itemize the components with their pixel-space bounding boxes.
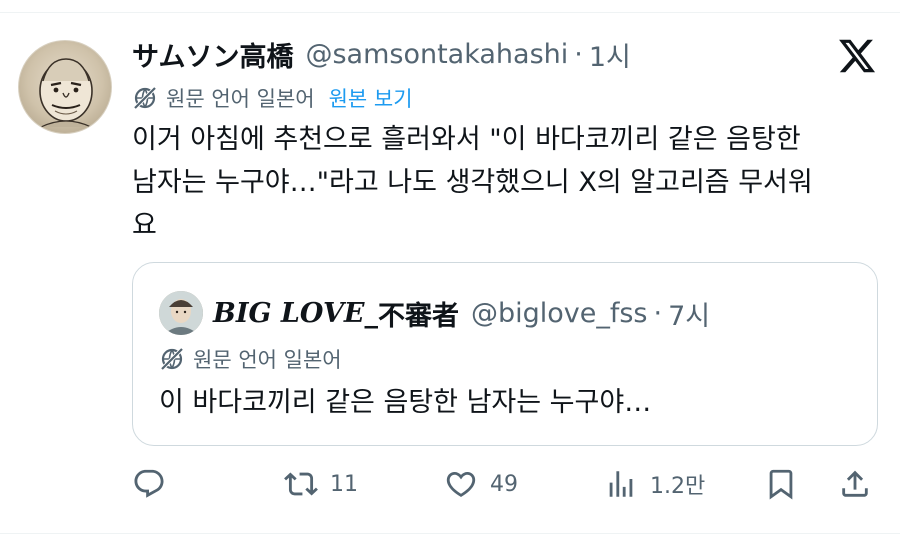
- action-bar: 11 49 1.2만: [132, 462, 878, 506]
- tweet-text: 이거 아침에 추천으로 흘러와서 "이 바다코끼리 같은 음탕한 남자는 누구야…: [132, 124, 813, 241]
- avatar-drawing: [39, 58, 93, 128]
- retweet-count: 11: [330, 471, 358, 497]
- tweet-header: サムソン高橋 @samsontakahashi · 1시: [132, 32, 631, 76]
- avatar[interactable]: [18, 40, 112, 134]
- heart-icon: [446, 471, 476, 497]
- quoted-translation-notice: 원문 언어 일본어: [159, 343, 342, 375]
- user-handle[interactable]: @samsontakahashi: [305, 39, 568, 70]
- show-original-link[interactable]: 원본 보기: [329, 83, 413, 113]
- quoted-display-name-latin[interactable]: BIG LOVE_: [213, 298, 378, 329]
- quoted-display-name-cjk[interactable]: 不審者: [378, 294, 459, 333]
- quoted-avatar[interactable]: [159, 291, 203, 335]
- globe-off-icon: [160, 347, 184, 371]
- quoted-avatar-drawing: [159, 291, 203, 335]
- bottom-divider: [0, 533, 900, 534]
- share-icon: [842, 470, 868, 497]
- views-button[interactable]: 1.2만: [604, 462, 705, 506]
- quoted-separator-dot: ·: [653, 297, 663, 329]
- translation-notice: 원문 언어 일본어 원본 보기: [132, 82, 413, 114]
- display-name[interactable]: サムソン高橋: [132, 35, 293, 74]
- like-count: 49: [490, 471, 518, 497]
- quoted-tweet-text: 이 바다코끼리 같은 음탕한 남자는 누구야…: [159, 387, 652, 418]
- quoted-tweet-card[interactable]: BIG LOVE_ 不審者 @biglove_fss · 7시 원문 언어 일본…: [132, 262, 878, 446]
- retweet-icon: [284, 472, 318, 496]
- quoted-tweet-header: BIG LOVE_ 不審者 @biglove_fss · 7시: [213, 291, 710, 335]
- timestamp[interactable]: 1시: [589, 35, 631, 74]
- retweet-button[interactable]: 11: [284, 462, 358, 506]
- source-language-label: 원문 언어 일본어: [166, 87, 315, 111]
- view-count: 1.2만: [650, 474, 706, 499]
- like-button[interactable]: 49: [444, 462, 518, 506]
- separator-dot: ·: [574, 38, 583, 70]
- bookmark-button[interactable]: [764, 462, 798, 506]
- x-logo-icon[interactable]: [836, 36, 878, 76]
- views-icon: [609, 471, 633, 497]
- reply-icon: [134, 469, 164, 498]
- quoted-user-handle[interactable]: @biglove_fss: [471, 298, 648, 329]
- reply-button[interactable]: [132, 462, 178, 506]
- bookmark-icon: [769, 469, 793, 500]
- top-divider: [0, 12, 900, 13]
- globe-off-icon: [133, 86, 157, 110]
- share-button[interactable]: [838, 462, 872, 506]
- quoted-timestamp[interactable]: 7시: [668, 294, 710, 333]
- quoted-source-language-label: 원문 언어 일본어: [193, 348, 342, 372]
